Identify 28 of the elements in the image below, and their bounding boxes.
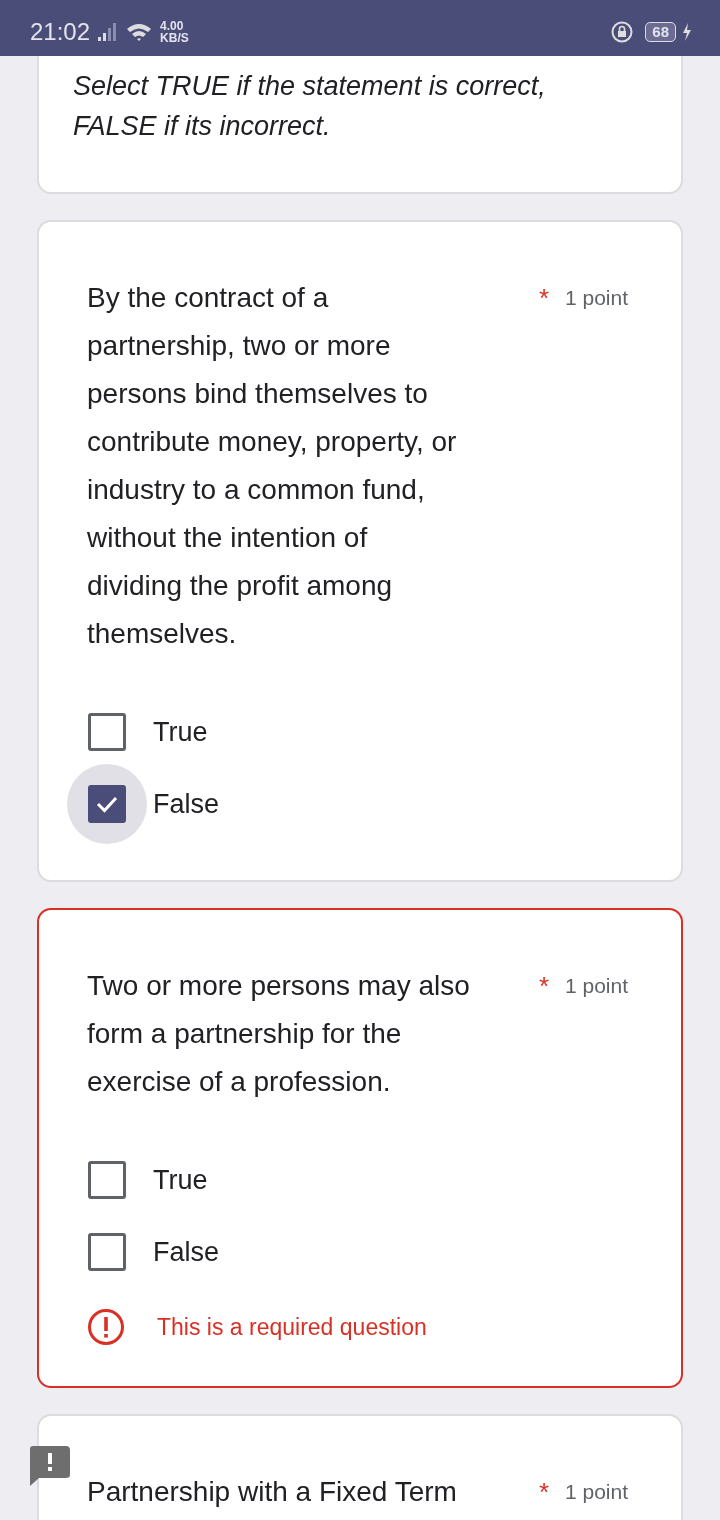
- required-asterisk: *: [539, 1476, 551, 1509]
- error-icon: [87, 1308, 125, 1346]
- speed-unit: KB/S: [160, 32, 189, 44]
- points-label: 1 point: [565, 285, 629, 311]
- instructions-text: Select TRUE if the statement is correct, FALSE if its incorrect.: [73, 70, 547, 143]
- checkbox[interactable]: [88, 713, 126, 751]
- question-text: By the contract of a partnership, two or more persons bind themselves to contribute money, property, or industry to a common fund, without the intention of dividing the profit among themselves.: [87, 281, 458, 651]
- option-label[interactable]: False: [153, 788, 220, 820]
- rotation-lock-icon: [611, 21, 634, 43]
- option-label[interactable]: True: [153, 1164, 208, 1196]
- question-text: Partnership with a Fixed Term: [87, 1475, 458, 1509]
- checkbox[interactable]: [88, 785, 126, 823]
- error-message: This is a required question: [157, 1313, 427, 1341]
- required-asterisk: *: [539, 970, 551, 1003]
- checkbox[interactable]: [88, 1161, 126, 1199]
- points-label: 1 point: [565, 1479, 629, 1505]
- charging-icon: [682, 22, 692, 42]
- clock-time: 21:02: [30, 18, 91, 46]
- option-label[interactable]: True: [153, 716, 208, 748]
- points-label: 1 point: [565, 973, 629, 999]
- option-label[interactable]: False: [153, 1236, 220, 1268]
- required-asterisk: *: [539, 282, 551, 315]
- wifi-icon: [126, 22, 153, 42]
- question-text: Two or more persons may also form a partnership for the exercise of a profession.: [87, 969, 471, 1099]
- battery-level: 68: [645, 22, 676, 42]
- speed-value: 4.00: [160, 20, 185, 32]
- checkbox[interactable]: [88, 1233, 126, 1271]
- feedback-icon[interactable]: [30, 1446, 70, 1486]
